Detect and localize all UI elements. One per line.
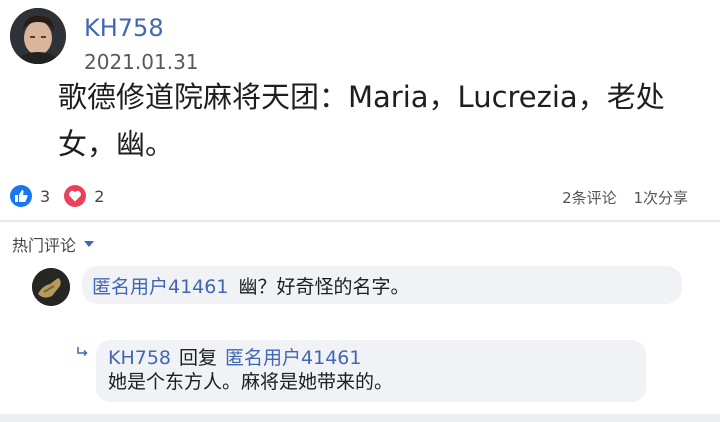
- sort-label: 热门评论: [12, 236, 77, 255]
- post-date: 2021.01.31: [84, 50, 199, 74]
- reply-word: 回复: [179, 347, 218, 369]
- comment-sort-dropdown[interactable]: 热门评论: [12, 232, 95, 256]
- post-text: 歌德修道院麻将天团：Maria，Lucrezia，老处女，幽。: [58, 80, 665, 161]
- comment-count[interactable]: 2条评论: [562, 189, 617, 207]
- comment-author[interactable]: 匿名用户41461: [92, 272, 228, 299]
- reply-author[interactable]: KH758: [108, 347, 171, 369]
- share-count[interactable]: 1次分享: [633, 189, 688, 207]
- reply-text: 她是个东方人。麻将是她带来的。: [108, 371, 394, 393]
- like-count: 3: [40, 186, 51, 206]
- comment-bubble: 匿名用户41461 幽？好奇怪的名字。: [82, 266, 682, 304]
- avatar-image: [10, 8, 66, 64]
- reply-header: KH758 回复 匿名用户41461: [108, 346, 634, 370]
- author-avatar[interactable]: [10, 8, 66, 64]
- reactions-bar[interactable]: 3 2: [10, 184, 104, 208]
- reply-target[interactable]: 匿名用户41461: [225, 347, 361, 369]
- reply-bubble: KH758 回复 匿名用户41461 她是个东方人。麻将是她带来的。: [96, 340, 646, 402]
- commenter-avatar[interactable]: [32, 268, 70, 306]
- commenter-avatar-image: [32, 268, 70, 306]
- comment-text: 幽？好奇怪的名字。: [238, 275, 410, 298]
- bottom-bar: [0, 414, 720, 422]
- post-author-name[interactable]: KH758: [84, 14, 164, 42]
- thumbs-up-icon[interactable]: [10, 185, 32, 207]
- post-stats: 2条评论 1次分享: [562, 187, 688, 208]
- reply-arrow-icon: [77, 347, 88, 357]
- heart-icon[interactable]: [64, 185, 87, 207]
- love-count: 2: [94, 186, 105, 206]
- caret-down-icon: [84, 241, 95, 247]
- divider: [0, 220, 720, 222]
